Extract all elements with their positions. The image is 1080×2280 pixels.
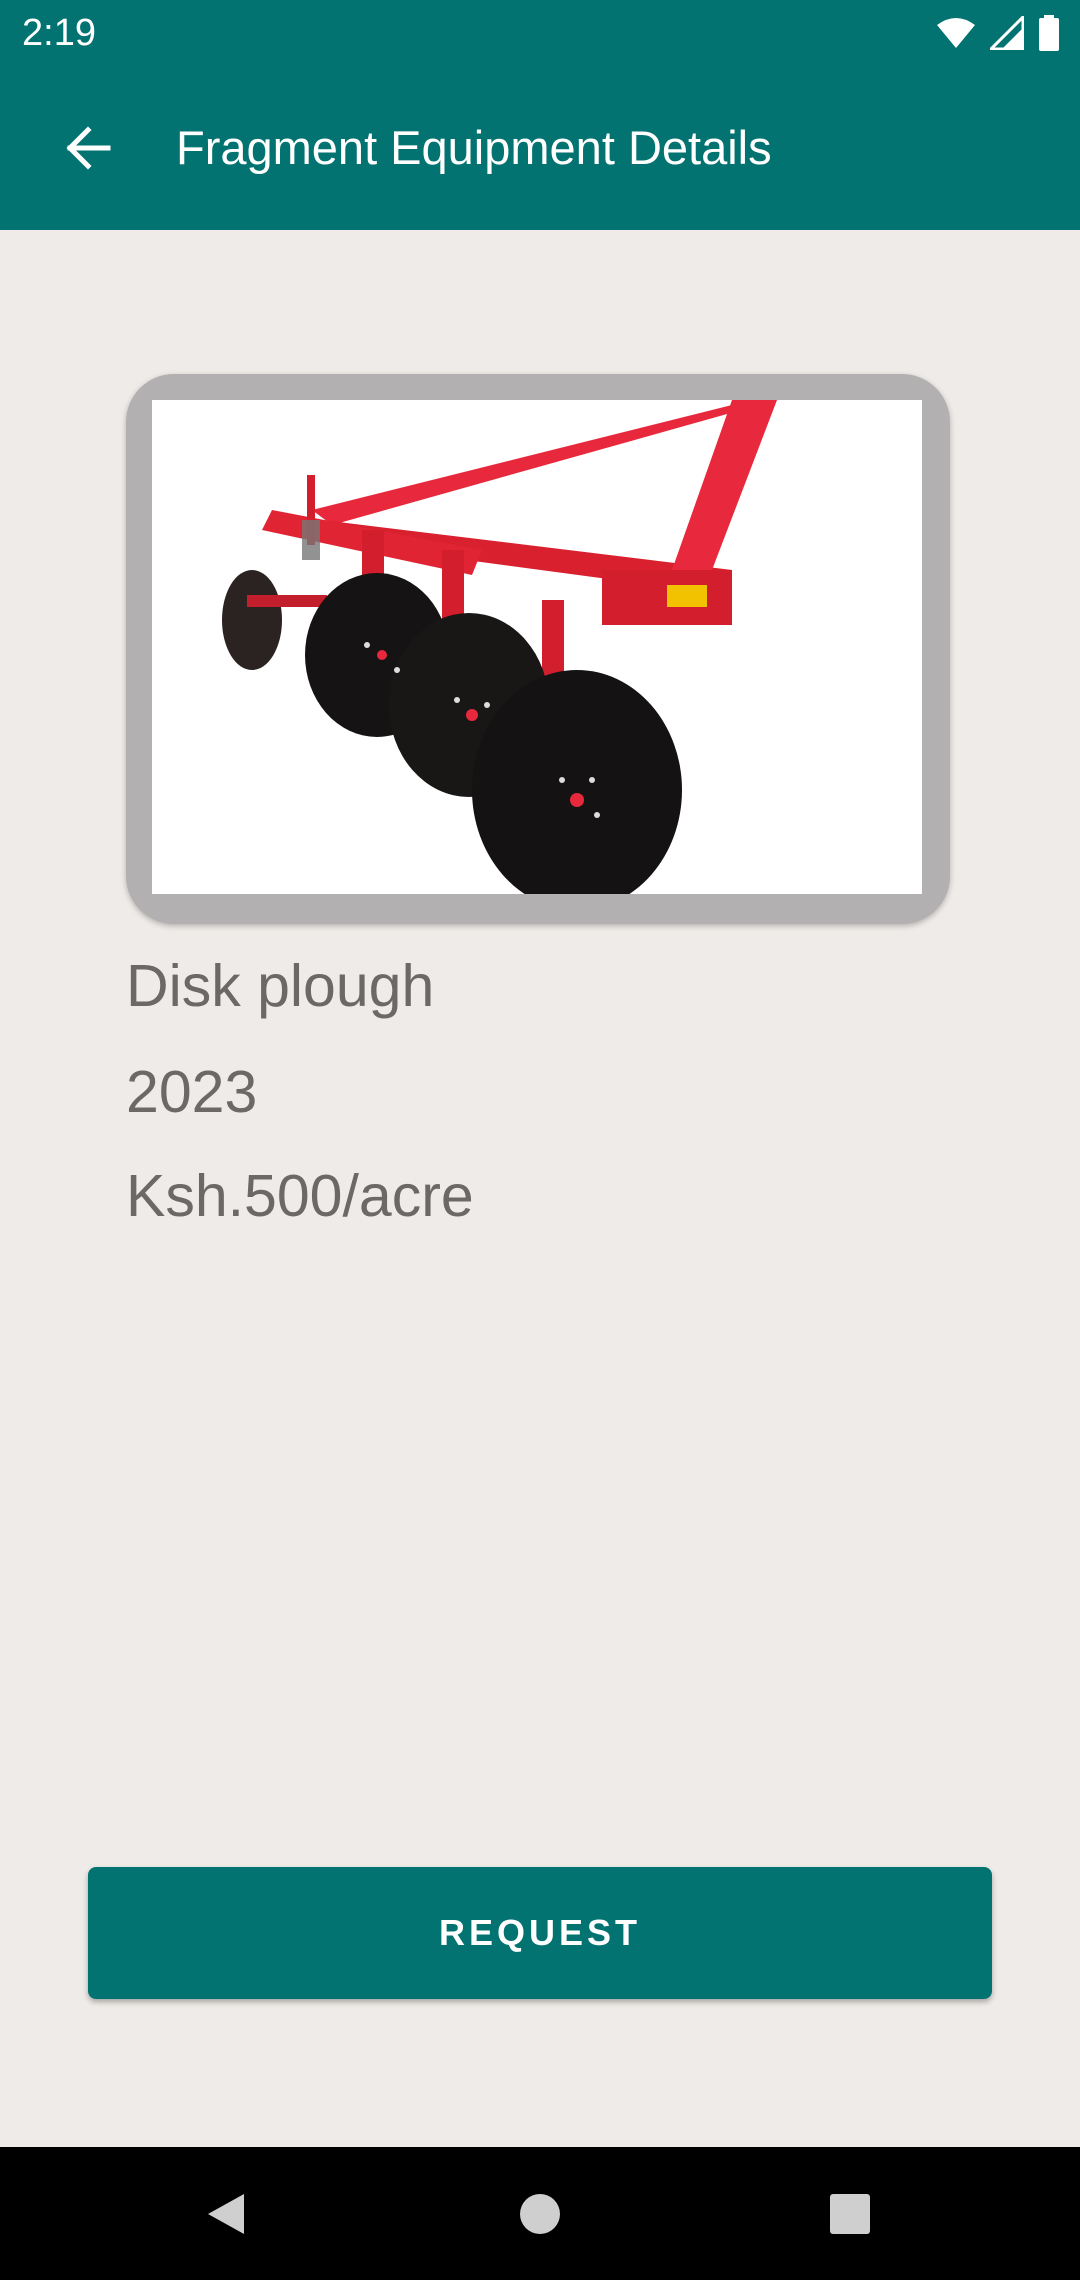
equipment-image [152, 400, 922, 894]
recents-square-icon [830, 2194, 870, 2234]
home-circle-icon [520, 2194, 560, 2234]
equipment-image-card [126, 374, 950, 924]
app-bar: Fragment Equipment Details [0, 66, 1080, 230]
wifi-icon [937, 18, 975, 48]
nav-back-button[interactable] [186, 2177, 266, 2251]
battery-icon [1039, 15, 1059, 51]
disk-plough-image [222, 400, 777, 894]
equipment-price: Ksh.500/acre [126, 1163, 474, 1229]
equipment-name: Disk plough [126, 953, 435, 1019]
request-button[interactable]: REQUEST [88, 1867, 992, 1999]
navigation-bar [0, 2147, 1080, 2280]
nav-recents-button[interactable] [810, 2177, 890, 2251]
signal-icon [990, 16, 1024, 50]
back-button[interactable] [48, 116, 128, 180]
status-icons [936, 14, 1060, 52]
status-bar: 2:19 [0, 0, 1080, 66]
arrow-back-icon [66, 126, 111, 170]
page-title: Fragment Equipment Details [176, 121, 772, 174]
nav-home-button[interactable] [500, 2177, 580, 2251]
equipment-year: 2023 [126, 1059, 258, 1125]
status-time: 2:19 [22, 12, 96, 54]
back-triangle-icon [208, 2194, 244, 2234]
